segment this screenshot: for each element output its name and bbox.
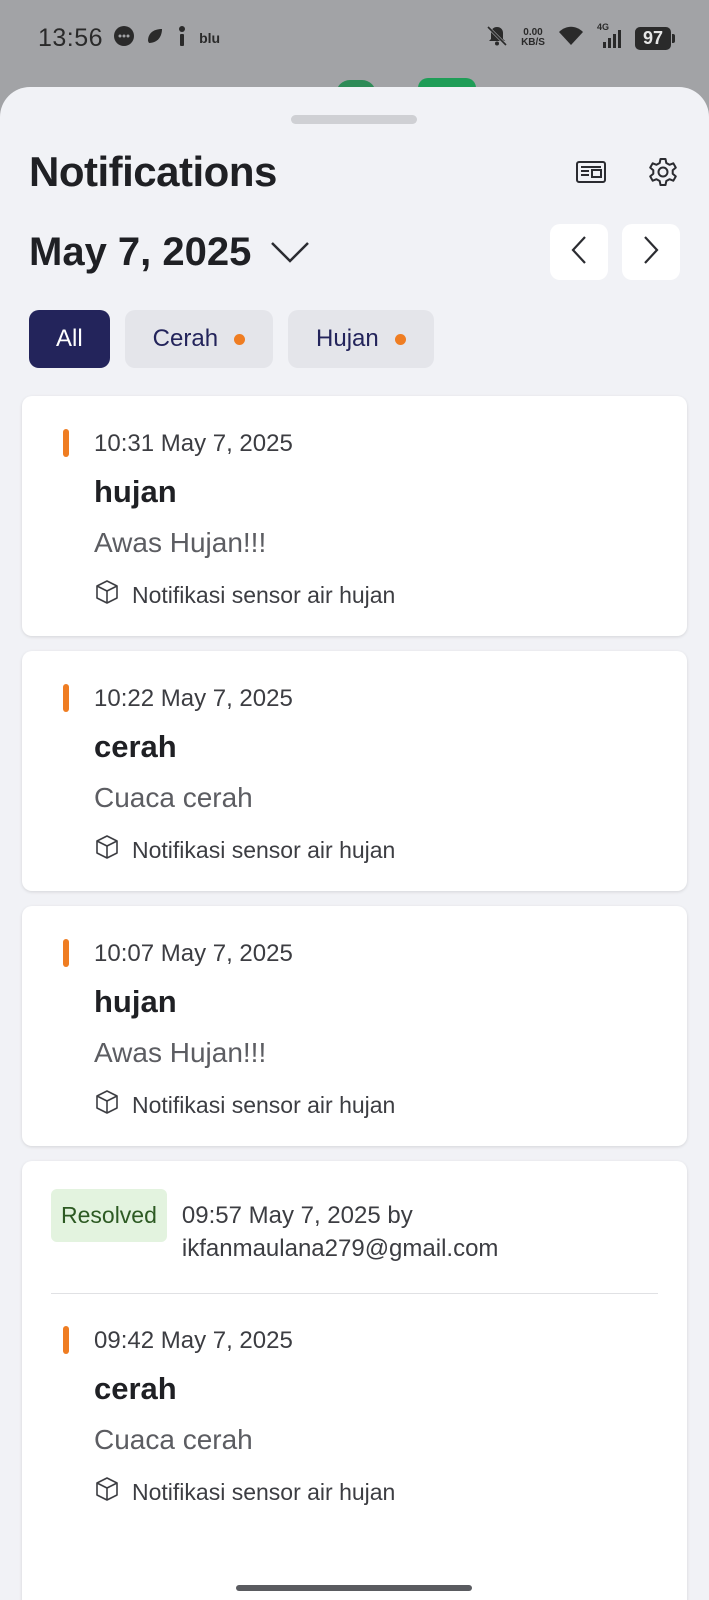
unread-dot <box>234 333 246 345</box>
net-speed: 0.00 KB/S <box>521 27 545 48</box>
cube-icon <box>94 834 120 866</box>
notification-message: Awas Hujan!!! <box>94 527 267 558</box>
notification-title: hujan <box>94 474 177 509</box>
chevron-down-icon[interactable] <box>269 237 311 267</box>
next-date-button[interactable] <box>622 224 680 280</box>
notification-source: Notifikasi sensor air hujan <box>94 579 687 611</box>
drag-handle[interactable] <box>291 115 417 124</box>
cube-icon <box>94 1089 120 1121</box>
previous-date-button[interactable] <box>550 224 608 280</box>
selected-date[interactable]: May 7, 2025 <box>29 230 251 275</box>
news-icon[interactable] <box>574 155 608 189</box>
notification-message: Awas Hujan!!! <box>94 1037 267 1068</box>
notification-item: 10:07 May 7, 2025 hujan Awas Hujan!!! No… <box>22 906 687 1121</box>
bell-off-icon <box>485 24 509 53</box>
filter-chip-all[interactable]: All <box>29 310 110 368</box>
notification-source: Notifikasi sensor air hujan <box>94 1476 687 1508</box>
resolved-notification-card[interactable]: Resolved 09:57 May 7, 2025 by ikfanmaula… <box>22 1161 687 1600</box>
signal-icon: 4G <box>597 22 623 50</box>
home-indicator[interactable] <box>236 1585 472 1591</box>
resolved-by-text: 09:57 May 7, 2025 by ikfanmaulana279@gma… <box>181 1202 499 1262</box>
notification-title: cerah <box>94 1371 177 1406</box>
resolved-badge: Resolved <box>51 1189 167 1242</box>
notification-message: Cuaca cerah <box>94 1424 253 1455</box>
notification-time: 10:07 May 7, 2025 <box>94 940 293 967</box>
page-title: Notifications <box>29 148 277 195</box>
leaf-icon <box>145 26 165 51</box>
notification-time: 10:31 May 7, 2025 <box>94 430 293 457</box>
unread-dot <box>394 333 406 345</box>
notification-title: hujan <box>94 984 177 1019</box>
filter-chip-hujan[interactable]: Hujan <box>288 310 434 368</box>
notification-time: 09:42 May 7, 2025 <box>94 1327 293 1354</box>
date-selector-row: May 7, 2025 <box>29 222 680 282</box>
status-bar: 13:56 blu 0.00 KB/S 4G 97 <box>0 0 709 76</box>
chat-icon <box>113 25 135 52</box>
severity-bar <box>63 939 69 967</box>
cube-icon <box>94 579 120 611</box>
notification-card[interactable]: 10:22 May 7, 2025 cerah Cuaca cerah Noti… <box>22 651 687 891</box>
severity-bar <box>63 1326 69 1354</box>
chevron-right-icon <box>642 235 660 270</box>
notifications-sheet: Notifications May 7, 2025 All Cerah Huja… <box>0 87 709 1600</box>
severity-bar <box>63 684 69 712</box>
notification-card[interactable]: 10:07 May 7, 2025 hujan Awas Hujan!!! No… <box>22 906 687 1146</box>
sheet-header: Notifications <box>29 142 680 202</box>
notification-item: 10:22 May 7, 2025 cerah Cuaca cerah Noti… <box>22 651 687 866</box>
status-time: 13:56 <box>38 23 104 52</box>
filter-chip-cerah[interactable]: Cerah <box>124 310 274 368</box>
cube-icon <box>94 1476 120 1508</box>
notification-time: 10:22 May 7, 2025 <box>94 685 293 712</box>
wifi-icon <box>557 25 585 52</box>
battery-indicator: 97 <box>634 26 676 50</box>
notification-source: Notifikasi sensor air hujan <box>94 834 687 866</box>
filter-chips: All Cerah Hujan <box>29 310 434 368</box>
gear-icon[interactable] <box>646 155 680 189</box>
carrier-label: blu <box>199 30 221 46</box>
notification-source: Notifikasi sensor air hujan <box>94 1089 687 1121</box>
info-icon <box>175 25 189 52</box>
notification-message: Cuaca cerah <box>94 782 253 813</box>
chevron-left-icon <box>570 235 588 270</box>
notification-item: 09:42 May 7, 2025 cerah Cuaca cerah Noti… <box>22 1294 687 1508</box>
resolved-info: Resolved 09:57 May 7, 2025 by ikfanmaula… <box>22 1161 687 1265</box>
notification-title: cerah <box>94 729 177 764</box>
notification-item: 10:31 May 7, 2025 hujan Awas Hujan!!! No… <box>22 396 687 611</box>
notification-card[interactable]: 10:31 May 7, 2025 hujan Awas Hujan!!! No… <box>22 396 687 636</box>
severity-bar <box>63 429 69 457</box>
